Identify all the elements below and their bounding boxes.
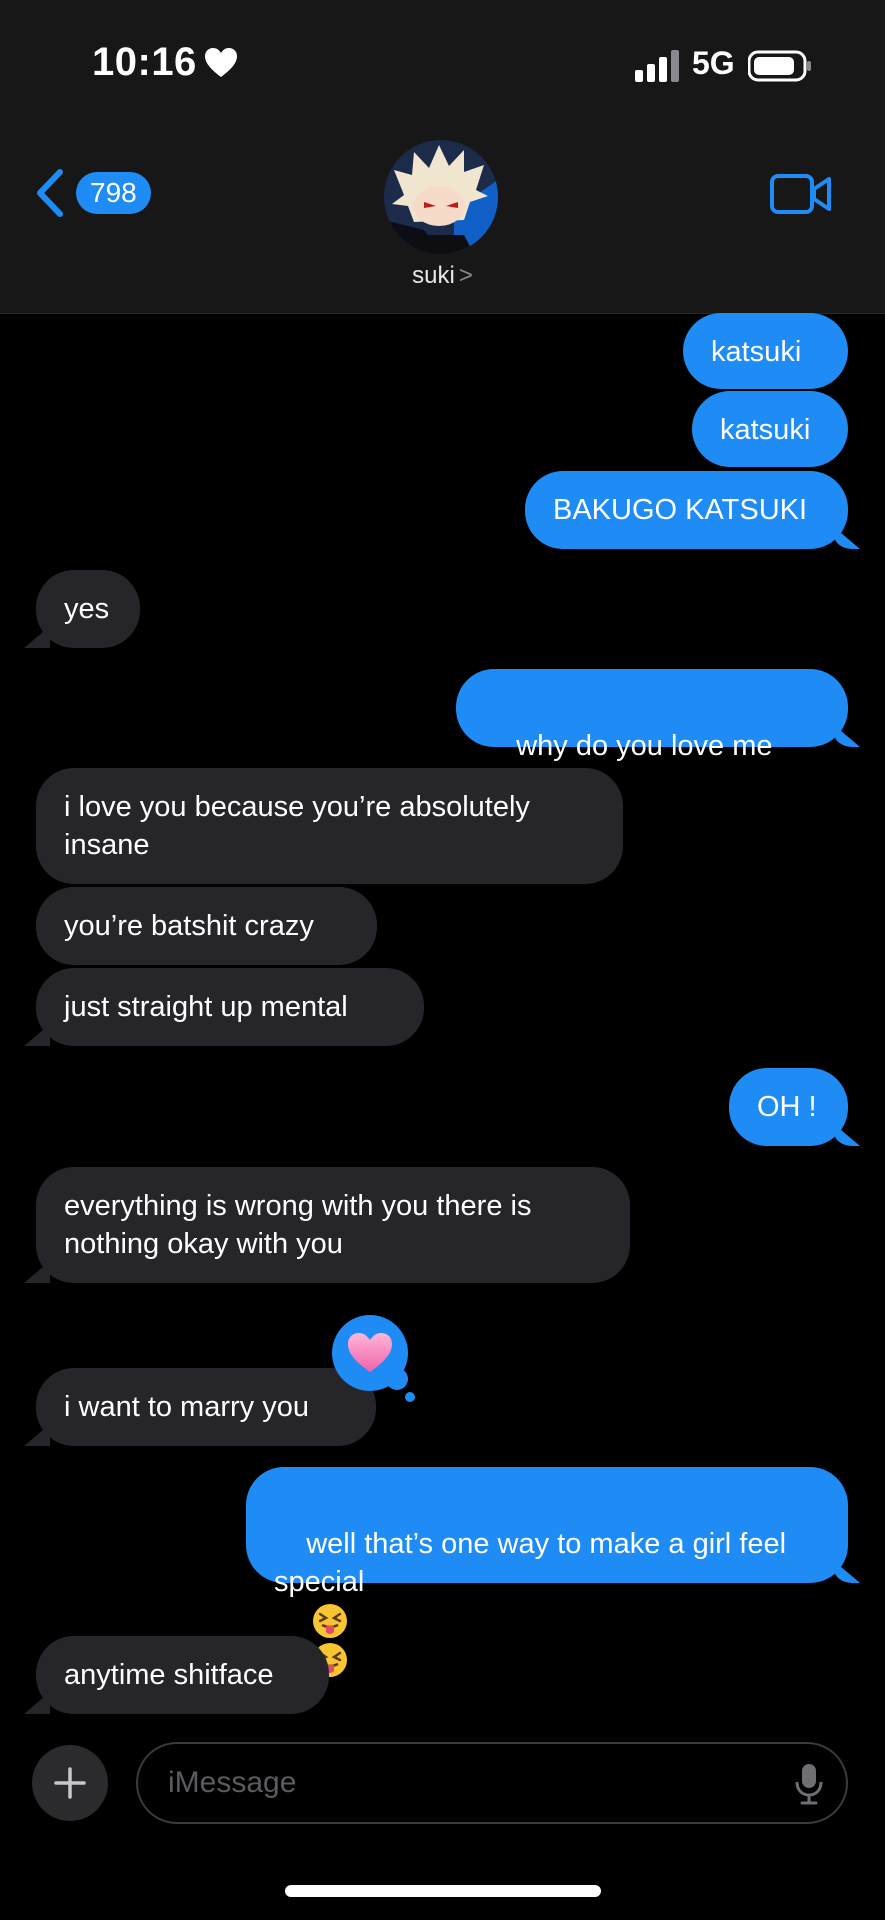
message-text: yes bbox=[64, 593, 110, 625]
heart-icon bbox=[348, 1333, 392, 1372]
message-bubble-sent[interactable]: katsuki bbox=[683, 313, 848, 389]
message-bubble-received[interactable]: everything is wrong with you there is no… bbox=[36, 1167, 630, 1283]
unread-count-badge: 798 bbox=[76, 172, 151, 214]
network-type: 5G bbox=[692, 45, 735, 81]
message-text: just straight up mental bbox=[64, 991, 348, 1023]
message-input-field[interactable] bbox=[136, 1742, 848, 1824]
microphone-icon[interactable] bbox=[794, 1762, 824, 1806]
plus-icon bbox=[54, 1767, 86, 1799]
message-bubble-received[interactable]: yes bbox=[36, 570, 140, 648]
message-bubble-sent[interactable]: katsuki bbox=[692, 391, 848, 467]
message-text: OH ! bbox=[757, 1091, 817, 1123]
message-text: i want to marry you bbox=[64, 1391, 309, 1423]
message-text: anytime shitface bbox=[64, 1659, 274, 1691]
message-bubble-received[interactable]: i want to marry you bbox=[36, 1368, 376, 1446]
cellular-signal-icon bbox=[635, 50, 679, 82]
message-text: BAKUGO KATSUKI bbox=[553, 494, 808, 526]
chevron-left-icon bbox=[37, 169, 63, 217]
avatar-image bbox=[384, 140, 498, 254]
message-text: why do you love me bbox=[516, 730, 773, 762]
video-call-icon[interactable] bbox=[770, 172, 832, 216]
message-text: everything is wrong with you there is no… bbox=[64, 1190, 532, 1260]
message-bubble-received[interactable]: you’re batshit crazy bbox=[36, 887, 377, 965]
tapback-tail-dot bbox=[386, 1368, 408, 1390]
message-input[interactable] bbox=[166, 1765, 770, 1801]
message-bubble-sent[interactable]: well that’s one way to make a girl feel … bbox=[246, 1467, 848, 1677]
add-attachment-button[interactable] bbox=[32, 1745, 108, 1821]
message-bubble-received[interactable]: anytime shitface bbox=[36, 1636, 329, 1714]
conversation-header: 10:16 5G 798 suki > bbox=[0, 0, 885, 314]
time-text: 10:16 bbox=[92, 40, 197, 84]
chevron-right-icon: > bbox=[458, 262, 473, 289]
message-text: katsuki bbox=[720, 414, 811, 446]
heart-icon bbox=[204, 47, 237, 77]
contact-name-text: suki bbox=[412, 262, 455, 289]
contact-name[interactable]: suki > bbox=[0, 262, 885, 290]
home-indicator[interactable] bbox=[285, 1885, 601, 1897]
message-text: you’re batshit crazy bbox=[64, 910, 314, 942]
message-text: well that’s one way to make a girl feel … bbox=[274, 1528, 787, 1598]
message-bubble-sent[interactable]: BAKUGO KATSUKI bbox=[525, 471, 848, 549]
status-time: 10:16 bbox=[92, 40, 237, 85]
contact-avatar[interactable] bbox=[384, 140, 498, 254]
message-bubble-sent[interactable]: why do you love me bbox=[456, 669, 848, 803]
battery-icon bbox=[748, 50, 811, 82]
message-bubble-received[interactable]: i love you because you’re absolutely ins… bbox=[36, 768, 623, 884]
tapback-tail-dot bbox=[405, 1392, 415, 1402]
message-bubble-received[interactable]: just straight up mental bbox=[36, 968, 424, 1046]
tongue-face-emoji-icon bbox=[313, 1604, 348, 1639]
message-text: katsuki bbox=[711, 336, 802, 368]
message-text: i love you because you’re absolutely ins… bbox=[64, 791, 530, 861]
message-bubble-sent[interactable]: OH ! bbox=[729, 1068, 848, 1146]
back-button[interactable]: 798 bbox=[34, 168, 151, 218]
